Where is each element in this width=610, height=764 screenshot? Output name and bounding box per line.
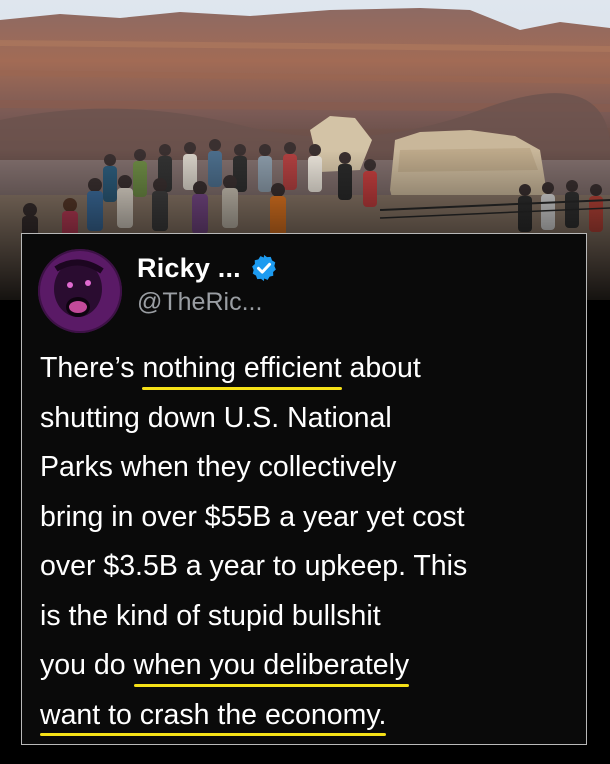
tweet-card: Ricky ... @TheRic... There’s nothing eff… bbox=[21, 233, 587, 745]
text-segment: about bbox=[341, 352, 421, 384]
tweet-text-line: shutting down U.S. National bbox=[40, 401, 392, 434]
text-segment: There’s bbox=[40, 352, 143, 384]
avatar-image bbox=[38, 249, 122, 333]
highlighted-phrase: want to crash the economy. bbox=[40, 691, 387, 741]
highlighted-phrase: when you deliberately bbox=[133, 641, 409, 691]
user-handle[interactable]: @TheRic... bbox=[137, 288, 262, 317]
meme-image: Ricky ... @TheRic... There’s nothing eff… bbox=[0, 0, 610, 764]
name-row: Ricky ... bbox=[137, 250, 279, 286]
tweet-text-line: bring in over $55B a year yet cost bbox=[40, 500, 465, 533]
tweet-text: There’s nothing efficient about shutting… bbox=[40, 344, 580, 740]
display-name[interactable]: Ricky ... bbox=[137, 253, 241, 284]
tweet-text-line: Parks when they collectively bbox=[40, 451, 397, 483]
tweet-text-line: want to crash the economy. bbox=[40, 691, 580, 741]
tweet-text-line: you do when you deliberately bbox=[40, 641, 580, 691]
highlighted-phrase: nothing efficient bbox=[142, 344, 342, 394]
tweet-text-line: is the kind of stupid bullshit bbox=[40, 599, 381, 632]
tweet-text-line: over $3.5B a year to upkeep. This bbox=[40, 550, 468, 582]
avatar[interactable] bbox=[38, 249, 122, 333]
verified-badge-icon bbox=[249, 253, 279, 283]
text-segment: you do bbox=[40, 649, 134, 681]
tweet-text-line: There’s nothing efficient about bbox=[40, 344, 580, 394]
